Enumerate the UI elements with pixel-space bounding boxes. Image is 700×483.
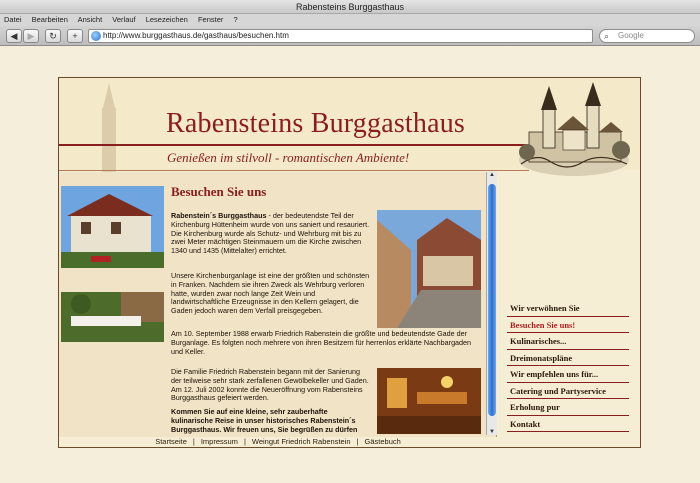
footer-link-gaestebuch[interactable]: Gästebuch — [365, 437, 401, 446]
footer-link-impressum[interactable]: Impressum — [201, 437, 238, 446]
paragraph-5: Kommen Sie auf eine kleine, sehr zauberh… — [171, 408, 371, 434]
site-nav: Wir verwöhnen Sie Besuchen Sie uns! Kuli… — [507, 300, 629, 432]
castle-drawing-icon — [519, 82, 630, 176]
url-text: http://www.burggasthaus.de/gasthaus/besu… — [103, 31, 289, 40]
footer-link-startseite[interactable]: Startseite — [155, 437, 187, 446]
menu-bar: Datei Bearbeiten Ansicht Verlauf Lesezei… — [0, 14, 700, 26]
nav-item-besuchen-sie-uns[interactable]: Besuchen Sie uns! — [507, 317, 629, 333]
nav-item-kontakt[interactable]: Kontakt — [507, 416, 629, 432]
menu-lesezeichen[interactable]: Lesezeichen — [146, 15, 188, 24]
nav-item-wir-verwoehnen-sie[interactable]: Wir verwöhnen Sie — [507, 300, 629, 317]
menu-datei[interactable]: Datei — [4, 15, 22, 24]
nav-item-catering[interactable]: Catering und Partyservice — [507, 383, 629, 399]
courtyard-photo — [377, 210, 481, 328]
content-scrollbar[interactable]: ▲ ▼ — [486, 172, 497, 435]
site-title: Rabensteins Burggasthaus — [166, 108, 466, 139]
website: Rabensteins Burggasthaus Genießen im sti… — [58, 77, 641, 448]
paragraph-1: Rabenstein´s Burggasthaus - der bedeuten… — [171, 211, 373, 256]
menu-help[interactable]: ? — [233, 15, 237, 24]
paragraph-4-text: Die Familie Friedrich Rabenstein begann … — [171, 367, 369, 403]
paragraph-1-bold: Rabenstein´s Burggasthaus — [171, 211, 267, 220]
footer-separator: | — [356, 437, 359, 446]
scroll-up-icon[interactable]: ▲ — [489, 172, 495, 178]
browser-toolbar: ◀ ▶ ↻ + http://www.burggasthaus.de/gasth… — [0, 26, 700, 46]
restaurant-interior-photo — [377, 368, 481, 434]
add-bookmark-button[interactable]: + — [67, 29, 83, 43]
nav-item-wir-empfehlen-uns[interactable]: Wir empfehlen uns für... — [507, 366, 629, 383]
garden-photo — [61, 292, 164, 342]
search-input[interactable]: ⌕ Google — [599, 29, 695, 43]
globe-icon — [91, 31, 101, 41]
url-field[interactable]: http://www.burggasthaus.de/gasthaus/besu… — [88, 29, 681, 43]
paragraph-2-text: Unsere Kirchenburganlage ist eine der gr… — [171, 271, 370, 316]
site-header: Rabensteins Burggasthaus Genießen im sti… — [59, 78, 640, 183]
scrollbar-thumb[interactable] — [488, 184, 496, 416]
header-bottom-line — [59, 170, 529, 171]
church-watermark-icon — [102, 83, 116, 183]
footer-link-weingut[interactable]: Weingut Friedrich Rabenstein — [252, 437, 351, 446]
nav-item-dreimonatsplaene[interactable]: Dreimonatspläne — [507, 350, 629, 366]
menu-verlauf[interactable]: Verlauf — [112, 15, 135, 24]
footer-separator: | — [192, 437, 195, 446]
paragraph-3: Am 10. September 1988 erwarb Friedrich R… — [171, 329, 481, 356]
nav-item-kulinarisches[interactable]: Kulinarisches... — [507, 333, 629, 350]
content-title: Besuchen Sie uns — [171, 184, 267, 199]
footer-separator: | — [243, 437, 246, 446]
menu-bearbeiten[interactable]: Bearbeiten — [32, 15, 68, 24]
back-button[interactable]: ◀ — [6, 29, 22, 43]
paragraph-2: Unsere Kirchenburganlage ist eine der gr… — [171, 271, 373, 316]
paragraph-4: Die Familie Friedrich Rabenstein begann … — [171, 367, 371, 403]
search-icon: ⌕ — [604, 31, 610, 41]
paragraph-5-bold: Kommen Sie auf eine kleine, sehr zauberh… — [171, 408, 358, 434]
search-placeholder: Google — [618, 31, 644, 40]
content-panel: Besuchen Sie uns Rabenstein´s Burggastha… — [59, 172, 497, 437]
church-photo — [61, 186, 164, 268]
site-tagline: Genießen im stilvoll - romantischen Ambi… — [167, 150, 410, 165]
reload-button[interactable]: ↻ — [45, 29, 61, 43]
site-footer: Startseite | Impressum | Weingut Friedrich R… — [59, 435, 497, 447]
window-title: Rabensteins Burggasthaus — [0, 0, 700, 14]
nav-item-erholung-pur[interactable]: Erholung pur — [507, 399, 629, 416]
menu-ansicht[interactable]: Ansicht — [78, 15, 103, 24]
forward-button[interactable]: ▶ — [23, 29, 39, 43]
header-divider — [59, 144, 529, 146]
paragraph-3-text: Am 10. September 1988 erwarb Friedrich R… — [171, 329, 472, 356]
menu-fenster[interactable]: Fenster — [198, 15, 223, 24]
